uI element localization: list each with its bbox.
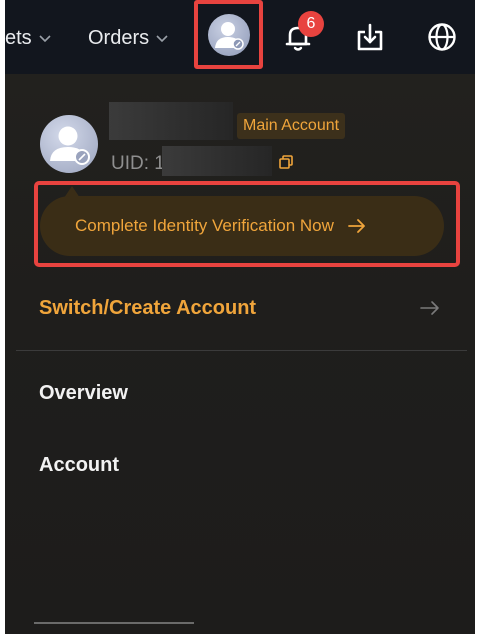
notification-count-badge: 6 [298, 11, 324, 37]
globe-icon[interactable] [425, 20, 459, 54]
redacted-uid [162, 146, 272, 176]
profile-avatar [40, 115, 98, 173]
uid-label: UID: 1 [111, 153, 165, 174]
menu-item-account[interactable]: Account [39, 451, 119, 479]
verification-highlight-box [34, 181, 460, 267]
nav-orders[interactable]: Orders [88, 24, 169, 52]
nav-markets[interactable]: ets [5, 24, 52, 52]
chevron-down-icon [156, 35, 168, 43]
user-avatar-icon [214, 21, 244, 50]
app-frame: ets Orders 6 Main Account UID: 1 Complet… [5, 0, 475, 634]
nav-orders-label: Orders [88, 27, 150, 49]
main-account-badge: Main Account [237, 113, 346, 139]
copy-icon[interactable] [278, 154, 294, 170]
arrow-right-icon[interactable] [420, 300, 440, 316]
avatar [207, 13, 250, 56]
menu-divider [16, 350, 467, 351]
account-avatar-button[interactable] [194, 0, 263, 69]
redacted-username [109, 102, 233, 140]
nav-markets-label: ets [5, 27, 32, 49]
switch-create-account-link[interactable]: Switch/Create Account [39, 294, 256, 322]
top-navigation-bar: ets Orders 6 [5, 0, 475, 74]
scroll-indicator [34, 622, 194, 624]
chevron-down-icon [39, 35, 51, 43]
user-avatar-icon [50, 126, 90, 165]
menu-item-overview[interactable]: Overview [39, 379, 128, 407]
download-icon[interactable] [353, 20, 387, 54]
